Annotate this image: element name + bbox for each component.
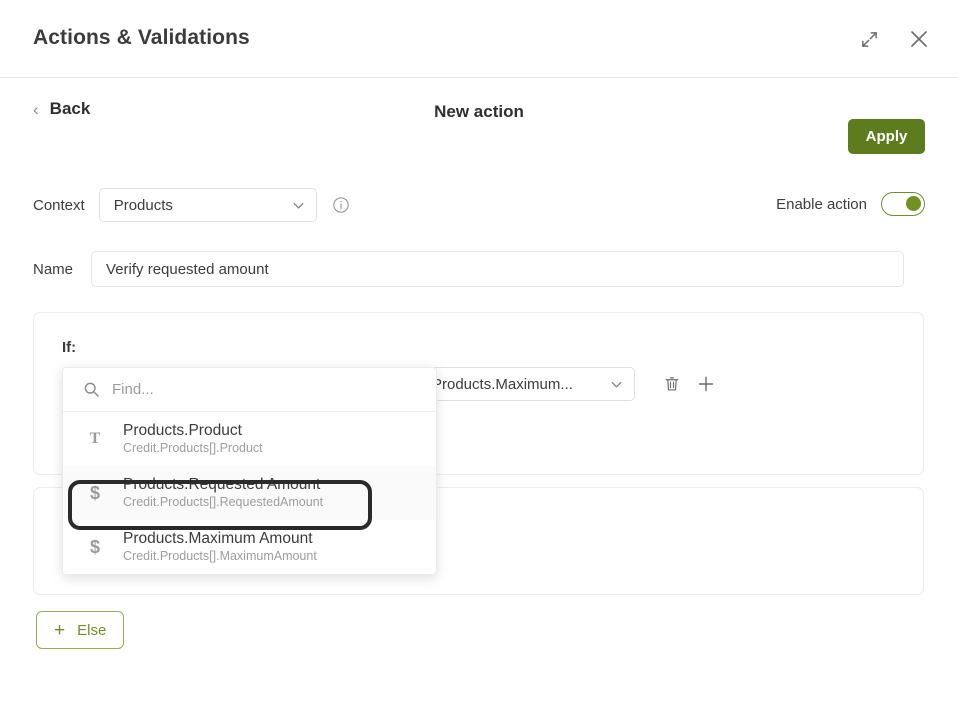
chevron-down-icon (283, 198, 306, 213)
context-select-value: Products (113, 196, 173, 214)
condition-value-select[interactable]: Products.Maximum... (417, 367, 635, 401)
add-else-label: Else (77, 621, 107, 639)
text-type-icon: T (89, 430, 101, 447)
plus-icon[interactable] (693, 371, 719, 397)
list-item-title: Products.Requested Amount (123, 476, 321, 493)
chevron-down-icon (601, 377, 624, 392)
modal-subheader: ‹ Back New action (0, 78, 958, 140)
context-select[interactable]: Products (98, 188, 317, 222)
back-label: Back (49, 99, 91, 118)
toggle-knob (906, 196, 921, 211)
list-item-path: Credit.Products[].Product (123, 441, 263, 456)
apply-button[interactable]: Apply (848, 119, 925, 154)
enable-action-label: Enable action (776, 195, 867, 213)
list-item-path: Credit.Products[].RequestedAmount (123, 495, 324, 510)
titlebar-actions (854, 24, 934, 54)
context-row: Context Products (33, 188, 351, 222)
expand-diagonal-icon[interactable] (854, 24, 884, 54)
list-item[interactable]: T Products.Product Credit.Products[].Pro… (63, 412, 436, 466)
name-input[interactable] (91, 251, 905, 287)
search-icon (83, 381, 100, 398)
modal-title: Actions & Validations (33, 26, 250, 49)
enable-action-group: Enable action (776, 192, 925, 216)
condition-value-text: Products.Maximum... (432, 375, 573, 393)
modal-titlebar: Actions & Validations (0, 0, 958, 78)
context-label: Context (33, 196, 85, 214)
list-item-texts: Products.Product Credit.Products[].Produ… (123, 421, 263, 457)
list-item-title: Products.Product (123, 422, 242, 439)
info-circle-icon[interactable] (331, 195, 351, 215)
condition-row-actions (659, 371, 719, 397)
actions-validations-modal: Actions & Validations ‹ Back New action … (0, 0, 958, 722)
list-item-path: Credit.Products[].MaximumAmount (123, 549, 317, 564)
add-else-button[interactable]: + Else (36, 611, 125, 649)
list-item-title: Products.Maximum Amount (123, 530, 313, 547)
chevron-left-icon: ‹ (33, 99, 39, 119)
list-item-texts: Products.Maximum Amount Credit.Products[… (123, 529, 317, 565)
enable-action-toggle[interactable] (881, 192, 925, 216)
list-item[interactable]: $ Products.Requested Amount Credit.Produ… (63, 466, 436, 520)
name-label: Name (33, 260, 74, 278)
page-title: New action (434, 102, 524, 121)
list-item[interactable]: $ Products.Maximum Amount Credit.Product… (63, 520, 436, 574)
if-label: If: (62, 339, 77, 356)
list-item-texts: Products.Requested Amount Credit.Product… (123, 475, 323, 511)
money-type-icon: $ (89, 483, 100, 503)
plus-icon: + (54, 619, 66, 641)
close-icon[interactable] (904, 24, 934, 54)
back-button[interactable]: ‹ Back (33, 99, 90, 119)
name-row: Name (33, 251, 905, 287)
dropdown-search-row (63, 368, 436, 412)
dropdown-search-input[interactable] (112, 381, 416, 398)
money-type-icon: $ (89, 537, 100, 557)
field-dropdown: T Products.Product Credit.Products[].Pro… (62, 367, 437, 575)
trash-icon[interactable] (659, 371, 685, 397)
